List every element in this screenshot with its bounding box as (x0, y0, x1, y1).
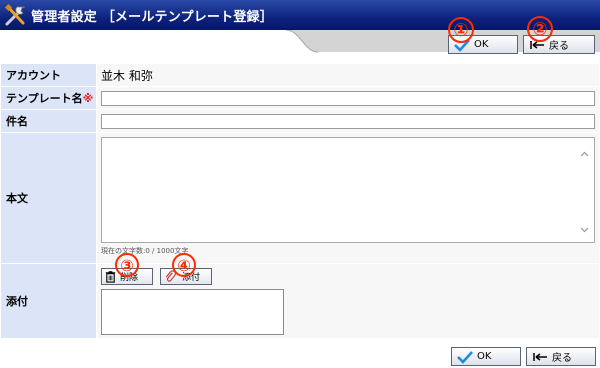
annotation-marker-4: ④ (172, 253, 196, 277)
annotation-marker-1: ① (448, 17, 474, 43)
annotation-marker-3: ③ (115, 253, 139, 277)
page-title: 管理者設定 ［メールテンプレート登録］ (31, 10, 273, 25)
template-form: アカウント 並木 和弥 テンプレート名※ 件名 本文 現在の文字数:0 / 10… (0, 63, 600, 339)
back-button-label: 戻る (552, 353, 572, 364)
required-mark: ※ (82, 92, 94, 105)
subject-cell (96, 109, 600, 133)
scroll-down-icon[interactable] (580, 225, 589, 234)
form-row-subject: 件名 (0, 109, 600, 133)
checkmark-icon (457, 350, 473, 364)
scroll-up-icon[interactable] (580, 150, 589, 159)
title-bar: 管理者設定 ［メールテンプレート登録］ (0, 0, 600, 30)
annotation-marker-2: ② (527, 16, 553, 42)
form-row-body: 本文 現在の文字数:0 / 1000文字 (0, 132, 600, 264)
subject-input[interactable] (101, 113, 595, 129)
back-arrow-icon (533, 352, 547, 361)
template-name-input[interactable] (101, 90, 595, 106)
template-name-label-text: テンプレート名 (6, 92, 83, 105)
body-cell: 現在の文字数:0 / 1000文字 (96, 132, 600, 264)
tools-icon (4, 3, 26, 26)
body-label: 本文 (0, 132, 97, 264)
ok-button-bottom[interactable]: OK (451, 347, 521, 366)
body-textarea[interactable] (101, 137, 595, 243)
attach-label: 添付 (0, 263, 97, 339)
account-label: アカウント (0, 63, 97, 87)
back-button-bottom[interactable]: 戻る (526, 347, 596, 366)
form-row-account: アカウント 並木 和弥 (0, 63, 600, 87)
ok-button-label: OK (474, 39, 489, 50)
attachment-list[interactable] (101, 289, 284, 335)
account-value: 並木 和弥 (96, 63, 600, 87)
form-row-template-name: テンプレート名※ (0, 86, 600, 110)
template-name-label: テンプレート名※ (0, 86, 97, 110)
ok-button-label: OK (477, 351, 492, 362)
subject-label: 件名 (0, 109, 97, 133)
back-button-label: 戻る (549, 41, 569, 52)
attachment-cell: 削除 添付 (96, 263, 600, 339)
trash-icon (105, 271, 116, 283)
template-name-cell (96, 86, 600, 110)
form-row-attachment: 添付 削除 添付 (0, 263, 600, 339)
